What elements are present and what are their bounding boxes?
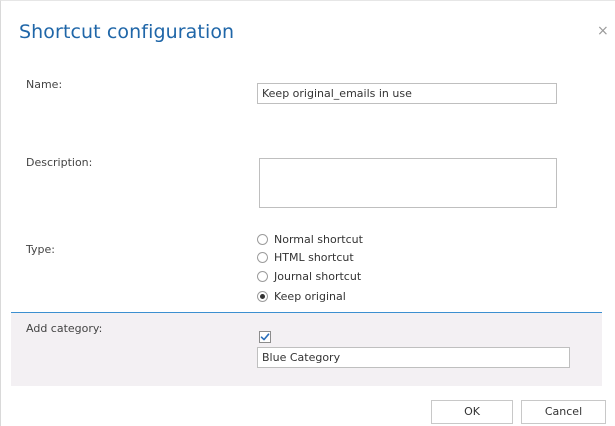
radio-label: HTML shortcut: [274, 250, 354, 264]
type-label: Type:: [26, 243, 55, 256]
ok-button[interactable]: OK: [431, 400, 513, 424]
radio-button[interactable]: [257, 233, 268, 245]
description-label: Description:: [26, 156, 93, 169]
radio-button-selected[interactable]: [257, 290, 268, 302]
radio-button[interactable]: [257, 270, 268, 282]
add-category-label: Add category:: [26, 322, 103, 335]
name-input[interactable]: Keep original_emails in use: [257, 83, 557, 104]
type-option-html-shortcut[interactable]: HTML shortcut: [257, 249, 354, 265]
description-input[interactable]: [259, 158, 557, 208]
radio-label: Normal shortcut: [274, 232, 363, 246]
cancel-button[interactable]: Cancel: [521, 400, 606, 424]
radio-button[interactable]: [257, 251, 268, 263]
shortcut-configuration-dialog: Shortcut configuration × Name: Keep orig…: [0, 0, 615, 426]
type-option-journal-shortcut[interactable]: Journal shortcut: [257, 268, 361, 284]
type-option-keep-original[interactable]: Keep original: [257, 288, 346, 304]
close-icon[interactable]: ×: [597, 24, 609, 38]
add-category-checkbox[interactable]: [259, 331, 271, 343]
type-option-normal-shortcut[interactable]: Normal shortcut: [257, 231, 363, 247]
name-label: Name:: [26, 78, 63, 91]
dialog-title: Shortcut configuration: [19, 21, 235, 43]
radio-label: Keep original: [274, 289, 346, 303]
radio-label: Journal shortcut: [274, 269, 362, 283]
category-input[interactable]: Blue Category: [257, 347, 570, 368]
checkmark-icon: [260, 333, 270, 341]
